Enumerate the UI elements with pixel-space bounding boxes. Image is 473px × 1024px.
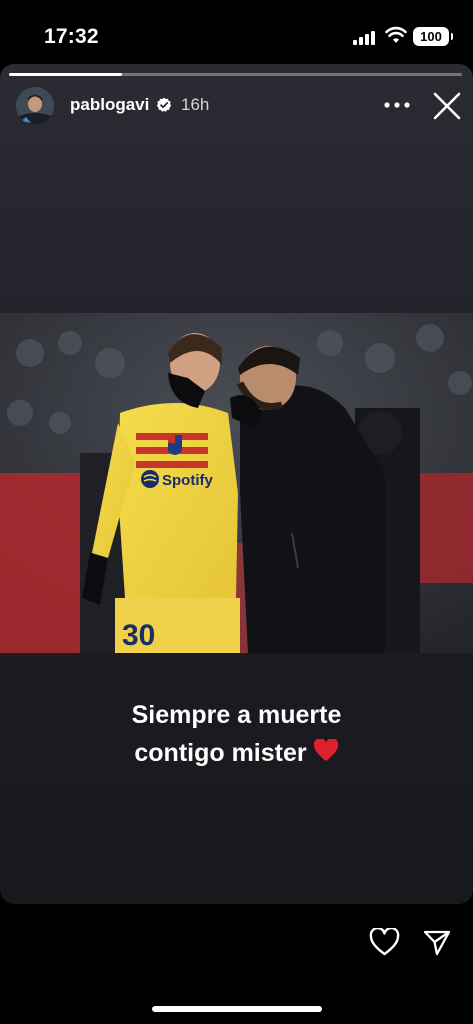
- jersey-sponsor-text: Spotify: [162, 472, 213, 489]
- story-card[interactable]: pablogavi 16h Spotify 30 Siempre a muert…: [0, 64, 473, 904]
- story-progress-fill: [9, 73, 123, 76]
- home-indicator[interactable]: [152, 1006, 322, 1012]
- send-icon[interactable]: [423, 929, 451, 957]
- close-icon[interactable]: [433, 92, 461, 120]
- jersey-number-text: 30: [122, 619, 155, 652]
- username[interactable]: pablogavi: [70, 95, 149, 115]
- heart-outline-icon[interactable]: [369, 928, 400, 957]
- avatar[interactable]: [16, 87, 54, 125]
- battery-icon: 100: [413, 27, 453, 46]
- wifi-icon: [385, 26, 407, 43]
- signal-icon: [353, 31, 375, 45]
- verified-badge-icon: [156, 97, 172, 112]
- post-age: 16h: [181, 95, 210, 114]
- status-time: 17:32: [44, 25, 99, 48]
- caption-line-1: Siempre a muerte: [131, 701, 342, 729]
- caption-line-2: contigo mister: [40, 734, 433, 772]
- more-horizontal-icon[interactable]: [384, 102, 410, 108]
- status-bar: 17:32 100: [0, 0, 473, 64]
- story-caption: Siempre a muerte contigo mister: [40, 696, 433, 772]
- story-photo: Spotify 30: [0, 313, 473, 653]
- heart-emoji: [313, 739, 338, 761]
- caption-line-2-text: contigo mister: [134, 739, 307, 767]
- story-progress-bar: [9, 73, 462, 76]
